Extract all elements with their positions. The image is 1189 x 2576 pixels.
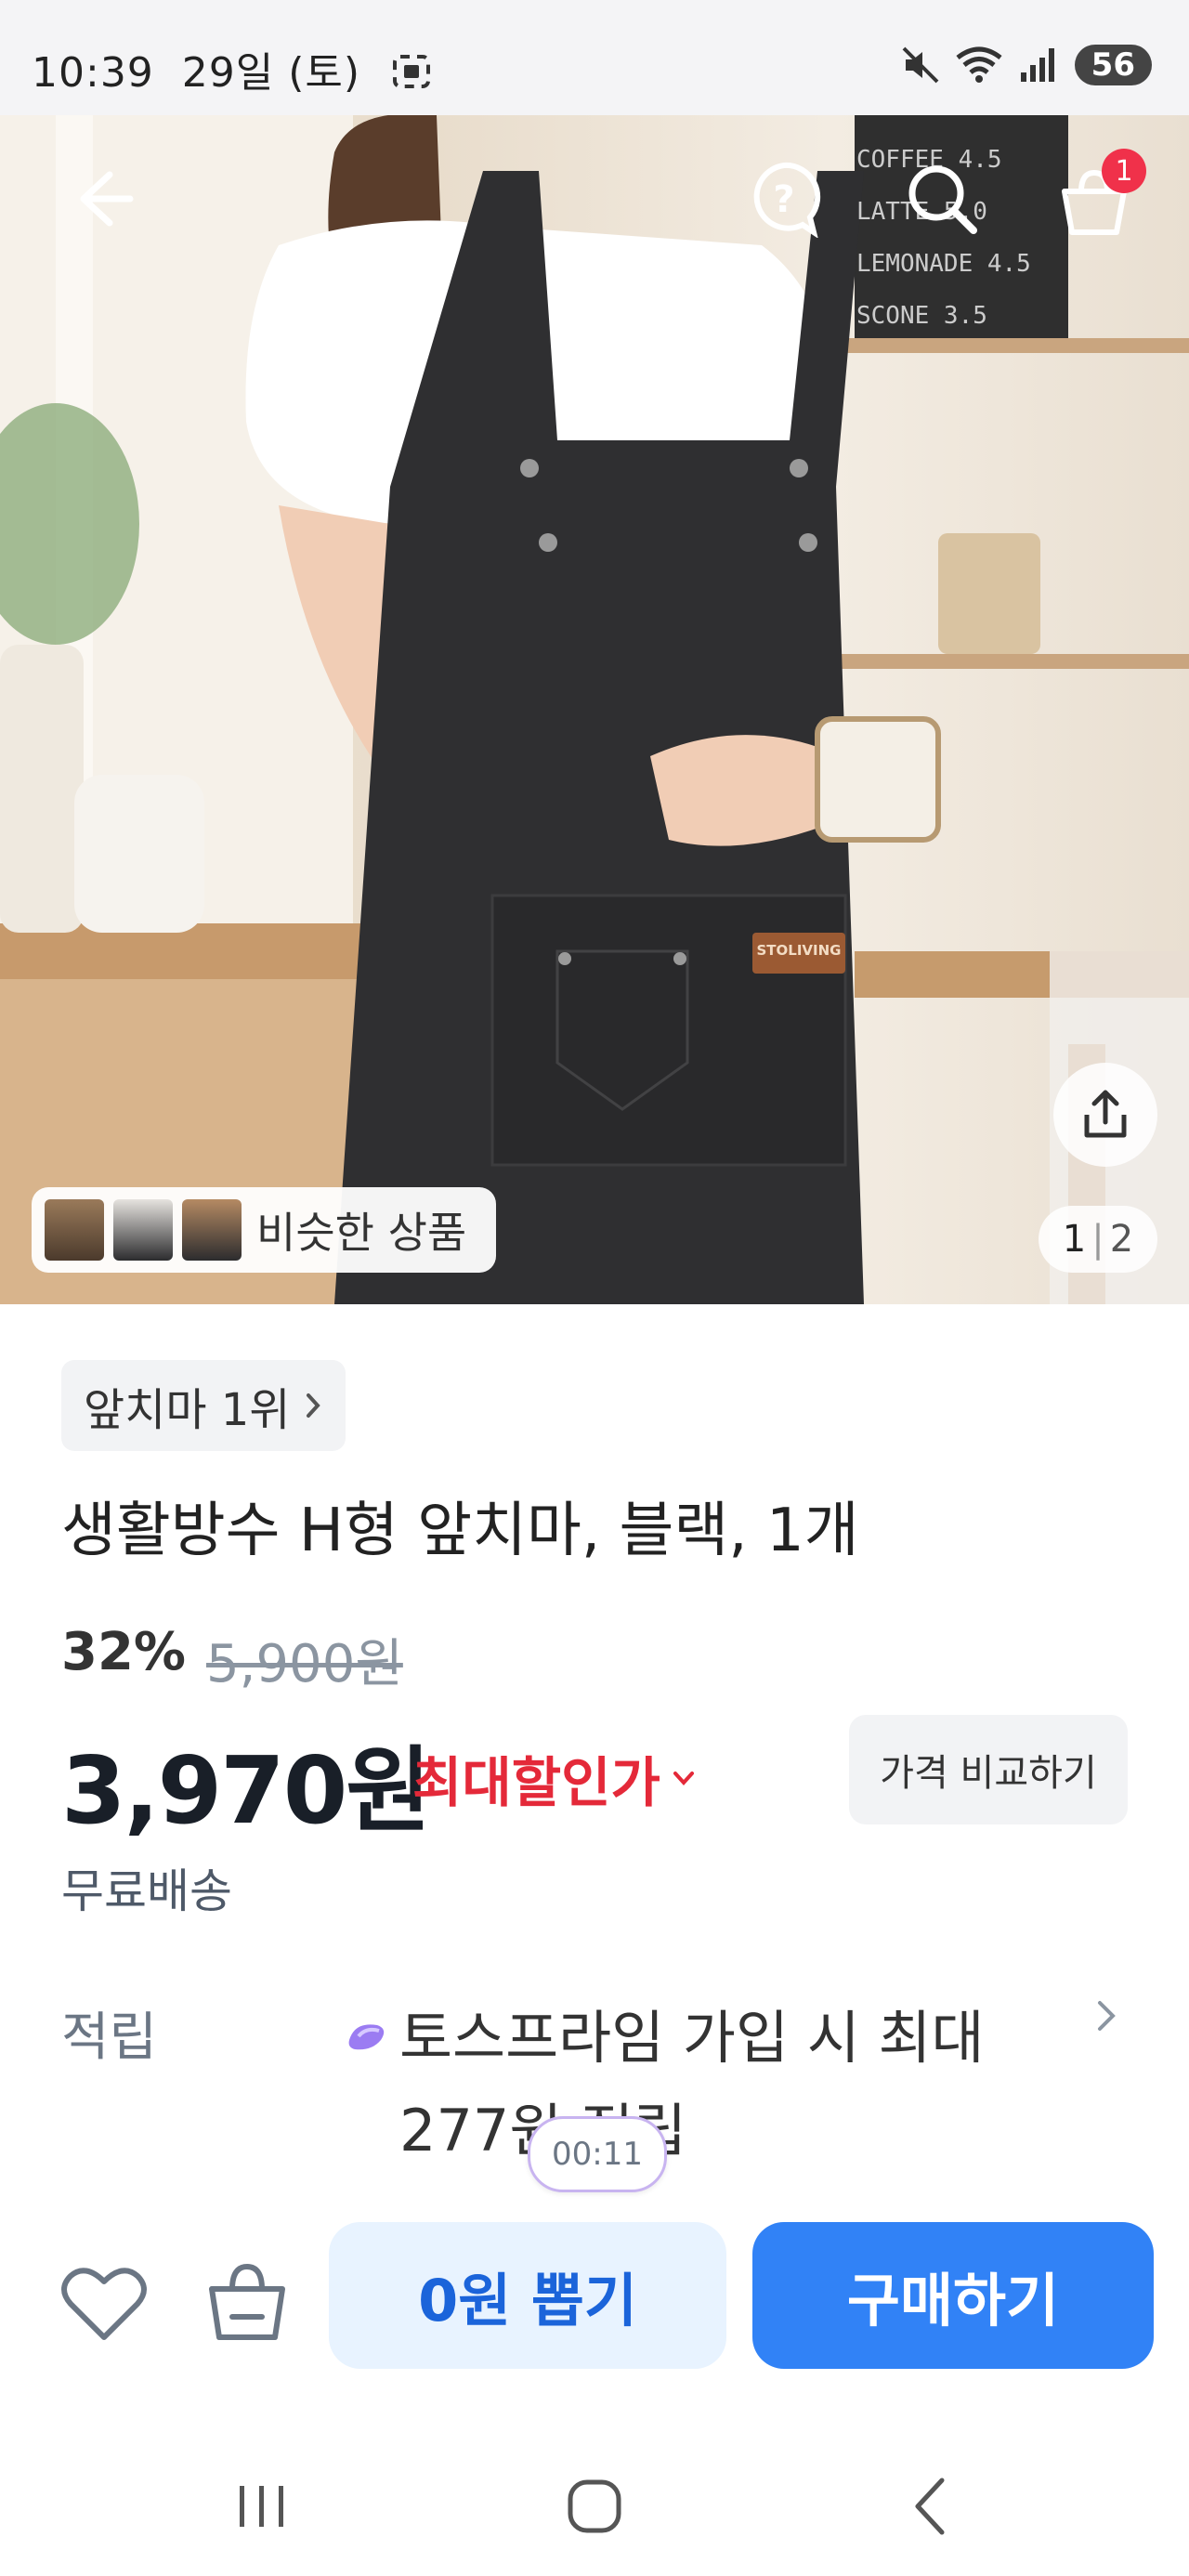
similar-products-label: 비슷한 상품 [256, 1208, 467, 1258]
price-compare-button[interactable]: 가격 비교하기 [849, 1715, 1128, 1824]
menu-board-line: SCONE 3.5 [856, 302, 987, 330]
buy-button[interactable]: 구매하기 [752, 2222, 1154, 2369]
zero-won-draw-button[interactable]: 0원 뽑기 [329, 2222, 726, 2369]
share-icon [1084, 1090, 1127, 1138]
brand-tag: STOLIVING [756, 942, 842, 959]
signal-icon [1020, 48, 1054, 82]
pager-current: 1 [1062, 1218, 1087, 1261]
back-button[interactable] [56, 152, 149, 245]
earn-label: 적립 [61, 2007, 158, 2068]
shopping-bag-icon [209, 2263, 285, 2340]
help-button[interactable]: ? [739, 154, 829, 243]
home-button[interactable] [552, 2469, 637, 2543]
similar-thumb-2 [113, 1199, 173, 1261]
svg-text:?: ? [773, 178, 794, 221]
recent-apps-icon [240, 2486, 283, 2527]
product-image[interactable]: COFFEE 4.5 LATTE 5.0 LEMONADE 4.5 SCONE … [0, 115, 1189, 1304]
chevron-right-icon [307, 1393, 321, 1418]
sale-price: 3,970원 [61, 1736, 431, 1845]
max-discount-label: 최대할인가 [412, 1751, 660, 1814]
back-arrow-icon [80, 171, 134, 227]
pager-total: 2 [1109, 1218, 1134, 1261]
earn-text-line1: 토스프라임 가입 시 최대 [399, 2004, 985, 2072]
mute-icon [902, 46, 939, 84]
menu-board-line: LEMONADE 4.5 [856, 250, 1031, 278]
product-title: 생활방수 H형 앞치마, 블랙, 1개 [61, 1497, 859, 1565]
similar-products-button[interactable]: 비슷한 상품 [32, 1187, 496, 1273]
earn-text-line2: 277원 적립 [399, 2097, 686, 2164]
battery-badge: 56 [1074, 45, 1152, 85]
cart-count-badge: 1 [1102, 149, 1146, 193]
shipping-info: 무료배송 [61, 1864, 232, 1918]
earn-detail-chevron[interactable] [1094, 1997, 1118, 2038]
timer-badge: 00:11 [528, 2116, 667, 2192]
home-icon [568, 2479, 621, 2533]
chevron-right-icon [1098, 2001, 1116, 2031]
share-button[interactable] [1053, 1063, 1157, 1167]
system-nav-bar [0, 2441, 1189, 2576]
screenshot-icon [393, 55, 431, 88]
similar-thumb-3 [182, 1199, 242, 1261]
max-discount-price-toggle[interactable]: 최대할인가 [412, 1739, 698, 1817]
wifi-icon [956, 46, 1002, 83]
heart-icon [61, 2268, 147, 2340]
chevron-down-icon [673, 1772, 694, 1785]
discount-rate: 32% [61, 1622, 187, 1682]
search-button[interactable] [897, 154, 986, 243]
recent-apps-button[interactable] [219, 2473, 305, 2540]
original-price: 5,900원 [206, 1634, 403, 1694]
similar-thumb-1 [45, 1199, 104, 1261]
ranking-chip-label: 앞치마 1위 [84, 1384, 291, 1436]
status-bar: 10:39 29일 (토) 56 [0, 0, 1189, 115]
status-time: 10:39 29일 (토) [32, 39, 432, 98]
system-back-button[interactable] [890, 2469, 975, 2543]
search-icon [908, 165, 977, 234]
cart-button[interactable]: 1 [1050, 149, 1146, 247]
earn-description[interactable]: 토스프라임 가입 시 최대 277원 적립 [399, 1992, 994, 2177]
toss-prime-icon [346, 2018, 388, 2059]
image-pager: 1 | 2 [1039, 1206, 1157, 1273]
back-chevron-icon [915, 2478, 945, 2535]
status-icons: 56 [900, 37, 1152, 93]
like-button[interactable] [58, 2257, 150, 2350]
question-icon: ? [753, 162, 821, 238]
add-to-cart-button[interactable] [201, 2256, 294, 2348]
ranking-chip[interactable]: 앞치마 1위 [61, 1360, 346, 1451]
